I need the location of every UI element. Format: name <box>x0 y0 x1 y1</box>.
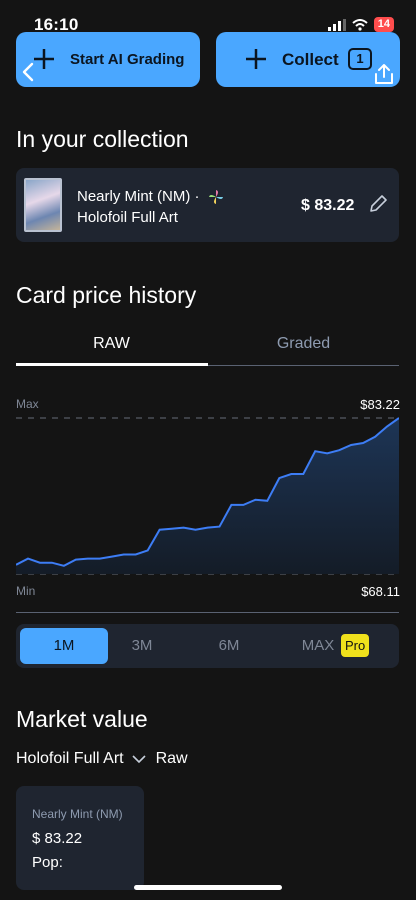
tab-underline <box>208 365 399 366</box>
chart-area <box>16 418 399 574</box>
price-history-chart <box>16 417 399 575</box>
chart-divider <box>16 612 399 613</box>
holofoil-icon <box>208 190 223 205</box>
start-ai-grading-button[interactable]: Start AI Grading <box>16 32 200 87</box>
range-1m-button[interactable]: 1M <box>20 628 108 664</box>
status-icons: 14 <box>327 17 394 32</box>
tab-graded[interactable]: Graded <box>208 335 399 353</box>
collection-price: $ 83.22 <box>301 197 355 214</box>
chevron-left-icon[interactable] <box>22 62 34 82</box>
range-max-button[interactable]: MAX <box>298 628 338 664</box>
collection-title: In your collection <box>16 126 189 152</box>
price-history-title: Card price history <box>16 282 197 308</box>
chart-min-label: Min <box>16 584 36 598</box>
collect-count-badge: 1 <box>348 48 372 70</box>
grade-type-label: Raw <box>155 750 188 767</box>
range-6m-button[interactable]: 6M <box>199 628 259 664</box>
pro-badge: Pro <box>341 634 370 657</box>
pencil-icon[interactable] <box>368 194 388 214</box>
market-card-pop: Pop: <box>32 854 63 871</box>
variant-selector[interactable]: Holofoil Full Art Raw <box>16 750 188 768</box>
battery-indicator: 14 <box>373 17 394 32</box>
collection-condition: Nearly Mint (NM) · Holofoil Full Art <box>77 186 224 228</box>
collection-item-card[interactable]: Nearly Mint (NM) · Holofoil Full Art $ 8… <box>16 168 399 242</box>
chart-max-value: $83.22 <box>360 397 400 412</box>
start-ai-grading-label: Start AI Grading <box>70 51 185 68</box>
active-tab-underline <box>16 363 208 366</box>
market-card-price: $ 83.22 <box>32 830 83 847</box>
share-icon[interactable] <box>373 63 395 85</box>
card-thumbnail <box>24 178 62 232</box>
condition-label: Nearly Mint (NM) · <box>77 188 200 205</box>
chevron-down-icon <box>132 755 146 764</box>
market-card-condition: Nearly Mint (NM) <box>32 807 123 821</box>
range-3m-button[interactable]: 3M <box>112 628 172 664</box>
plus-icon <box>246 49 266 69</box>
signal-icon <box>327 18 346 31</box>
chart-max-label: Max <box>16 397 39 411</box>
status-bar: 16:10 14 <box>0 0 416 34</box>
market-value-card[interactable]: Nearly Mint (NM) $ 83.22 Pop: <box>16 786 144 890</box>
market-value-title: Market value <box>16 706 148 732</box>
variant-label: Holofoil Full Art <box>77 209 178 226</box>
plus-icon <box>34 49 54 69</box>
price-type-tabs: RAW Graded <box>16 330 399 368</box>
tab-raw[interactable]: RAW <box>16 335 207 353</box>
time-range-selector: 1M 3M 6M MAX Pro <box>16 624 399 668</box>
home-indicator <box>134 885 282 890</box>
collect-label: Collect <box>282 50 339 69</box>
wifi-icon <box>352 18 368 31</box>
chart-min-value: $68.11 <box>361 584 400 599</box>
variant-dropdown-label: Holofoil Full Art <box>16 750 124 767</box>
